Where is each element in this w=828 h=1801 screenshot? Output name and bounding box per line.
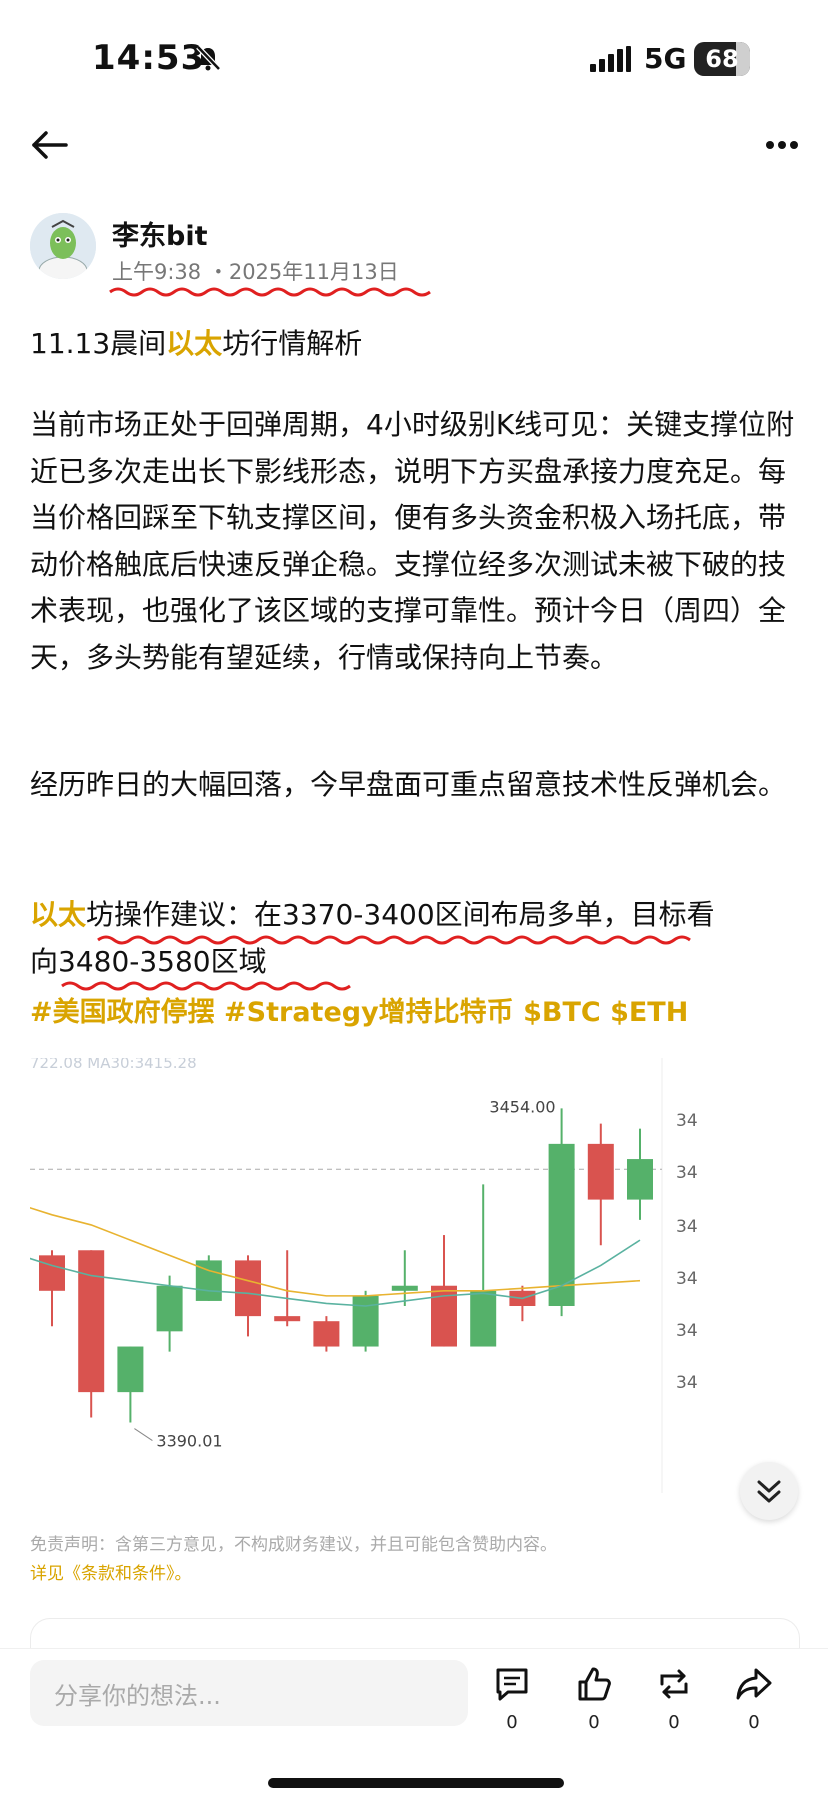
status-time: 14:53: [92, 38, 206, 78]
y-tick-label: 34: [676, 1269, 698, 1289]
disclaimer-text: 免责声明：含第三方意见，不构成财务建议，并且可能包含赞助内容。: [30, 1535, 557, 1555]
candle-body: [470, 1290, 497, 1347]
low-label-pointer: [134, 1428, 153, 1441]
scroll-down-button[interactable]: [740, 1462, 798, 1520]
y-tick-label: 34: [676, 1217, 698, 1237]
y-tick-label: 34: [676, 1373, 698, 1393]
post-paragraph-2: 经历昨日的大幅回落，今早盘面可重点留意技术性反弹机会。: [30, 768, 787, 801]
candle-body: [117, 1346, 144, 1393]
candle-body: [391, 1285, 418, 1291]
candle-body: [78, 1250, 105, 1393]
high-price-label: 3454.00: [489, 1097, 555, 1116]
suggestion-underline-1: [97, 935, 691, 945]
network-label: 5G: [644, 42, 687, 75]
title-highlight: 以太: [166, 327, 223, 360]
share-count: 0: [748, 1712, 760, 1733]
post-paragraph-1: 当前市场正处于回弹周期，4小时级别K线可见：关键支撑位附近已多次走出长下影线形态…: [30, 408, 795, 674]
terms-link[interactable]: 详见《条款和条件》。: [30, 1559, 192, 1584]
y-tick-label: 34: [676, 1163, 698, 1183]
post-date: 上午9:38 ・2025年11月13日: [112, 260, 399, 284]
para-highlight: 以太: [30, 898, 87, 931]
battery-indicator: 68: [694, 42, 750, 76]
like-count: 0: [588, 1712, 600, 1733]
candle-body: [39, 1255, 65, 1291]
candle-body: [156, 1285, 183, 1332]
candle-body: [352, 1295, 379, 1347]
share-icon[interactable]: [734, 1664, 774, 1704]
y-tick-label: 34: [676, 1111, 698, 1131]
candle-body: [587, 1143, 614, 1200]
comment-icon[interactable]: [492, 1664, 532, 1704]
comment-placeholder: 分享你的想法...: [54, 1682, 221, 1710]
candlestick-chart[interactable]: 722.08 MA30:3415.28 34 34 34 34 34 34 3454.00 33…: [30, 1058, 800, 1493]
post-title: 11.13晨间以太坊行情解析: [30, 327, 363, 360]
more-icon[interactable]: [766, 140, 798, 150]
candle-body: [627, 1159, 653, 1200]
home-indicator: [268, 1778, 564, 1788]
ma-line: [30, 1206, 641, 1297]
low-price-label: 3390.01: [156, 1432, 222, 1451]
date-underline: [109, 287, 431, 297]
avatar[interactable]: [30, 213, 96, 279]
y-tick-label: 34: [676, 1321, 698, 1341]
candle-body: [313, 1321, 340, 1347]
hashtags[interactable]: #美国政府停摆 #Strategy增持比特币 $BTC $ETH: [30, 990, 688, 1029]
like-icon[interactable]: [574, 1664, 614, 1704]
bell-mute-icon: [196, 45, 221, 71]
double-chevron-down-icon: [757, 1480, 781, 1503]
signal-icon: [590, 46, 631, 72]
back-arrow-icon[interactable]: [30, 128, 70, 162]
candle-body: [235, 1260, 261, 1317]
author-name[interactable]: 李东bit: [112, 214, 208, 253]
chart-header: 722.08 MA30:3415.28: [30, 1058, 197, 1072]
repost-count: 0: [668, 1712, 680, 1733]
repost-icon[interactable]: [654, 1664, 694, 1704]
candle-body: [274, 1316, 301, 1322]
comment-count: 0: [506, 1712, 518, 1733]
